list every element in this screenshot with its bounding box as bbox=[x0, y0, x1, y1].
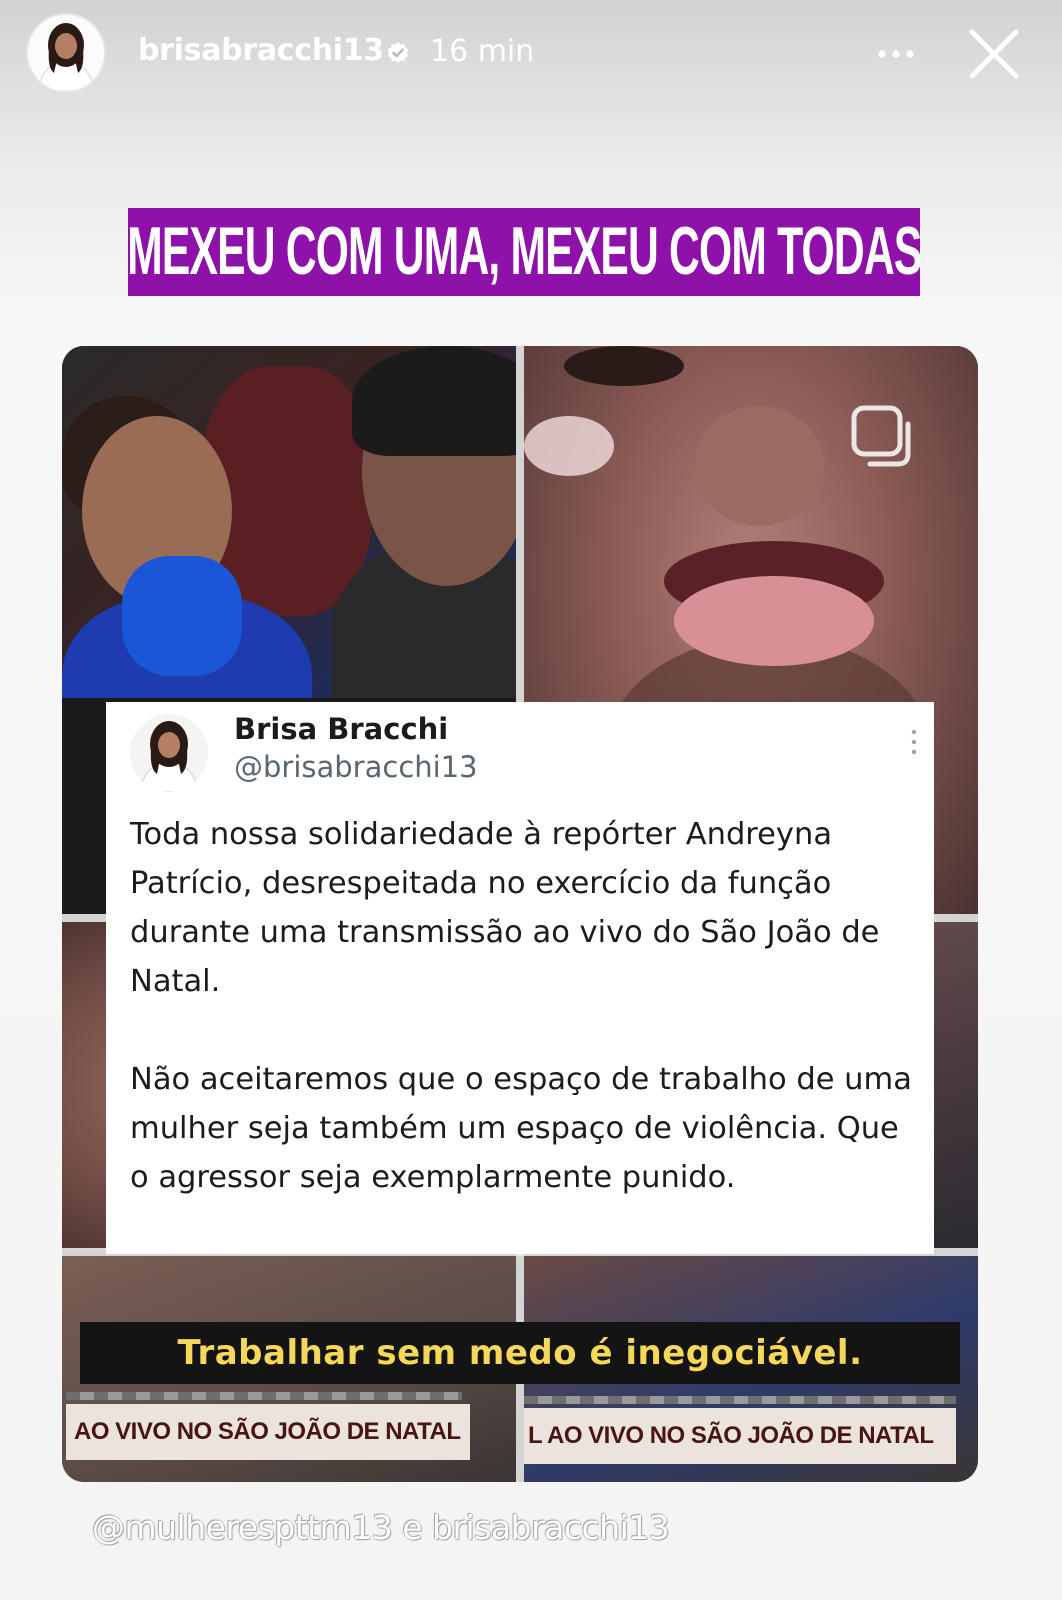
microphone-shape bbox=[122, 556, 242, 676]
light-glare-shape bbox=[524, 416, 614, 476]
nose-shape bbox=[694, 406, 824, 526]
tweet-author-handle: @brisabracchi13 bbox=[234, 750, 478, 784]
story-timestamp: 16 min bbox=[430, 34, 535, 69]
eye-shape bbox=[564, 346, 684, 386]
lower-third-stripe bbox=[524, 1396, 956, 1404]
more-horizontal-icon[interactable] bbox=[872, 30, 920, 78]
lower-third-right: L AO VIVO NO SÃO JOÃO DE NATAL bbox=[524, 1408, 956, 1464]
tweet-avatar-photo bbox=[130, 714, 208, 792]
man-cap-shape bbox=[352, 346, 516, 456]
lower-third-left: AO VIVO NO SÃO JOÃO DE NATAL bbox=[66, 1404, 470, 1460]
close-icon[interactable] bbox=[964, 24, 1024, 84]
tweet-author-name: Brisa Bracchi bbox=[234, 712, 449, 746]
video-caption: Trabalhar sem medo é inegociável. bbox=[80, 1322, 960, 1384]
story-avatar[interactable] bbox=[28, 15, 104, 91]
headline-banner: MEXEU COM UMA, MEXEU COM TODAS bbox=[126, 208, 922, 296]
headline-banner-text: MEXEU COM UMA, MEXEU COM TODAS bbox=[126, 214, 922, 290]
tongue-shape bbox=[674, 576, 874, 666]
verified-badge-icon bbox=[387, 42, 409, 64]
tweet-text: Toda nossa solidariedade à repórter Andr… bbox=[130, 810, 920, 1202]
story-mentions[interactable]: @mulherespttm13 e brisabracchi13 bbox=[92, 1508, 670, 1547]
avatar-photo bbox=[28, 15, 104, 91]
tweet-paragraph: Toda nossa solidariedade à repórter Andr… bbox=[130, 817, 880, 999]
video-frame-reporter bbox=[62, 346, 516, 698]
tweet-author-avatar bbox=[130, 714, 208, 792]
tweet-more-icon bbox=[911, 729, 917, 755]
story-username[interactable]: brisabracchi13 bbox=[138, 33, 384, 68]
lower-third-stripe bbox=[66, 1392, 462, 1400]
tweet-card: Brisa Bracchi @brisabracchi13 Toda nossa… bbox=[106, 702, 934, 1254]
tweet-paragraph: Não aceitaremos que o espaço de trabalho… bbox=[130, 1062, 912, 1195]
multiple-media-icon bbox=[851, 405, 911, 467]
